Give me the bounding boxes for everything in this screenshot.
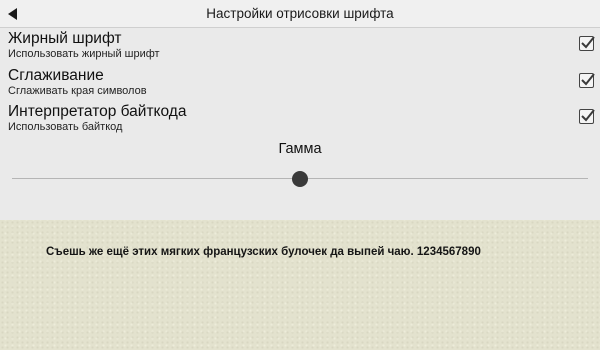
title-bar: Настройки отрисовки шрифта bbox=[0, 0, 600, 28]
checkmark-icon bbox=[581, 73, 595, 86]
page-title: Настройки отрисовки шрифта bbox=[206, 6, 394, 21]
checkmark-icon bbox=[581, 109, 595, 122]
bold-font-checkbox[interactable] bbox=[579, 36, 595, 51]
bytecode-interpreter-checkbox[interactable] bbox=[579, 109, 595, 124]
setting-title: Интерпретатор байткода bbox=[8, 103, 187, 120]
setting-title: Сглаживание bbox=[8, 67, 104, 84]
preview-text: Съешь же ещё этих мягких французских бул… bbox=[46, 246, 481, 258]
setting-antialiasing[interactable]: Сглаживание Сглаживать края символов bbox=[0, 66, 600, 102]
setting-bytecode-interpreter[interactable]: Интерпретатор байткода Использовать байт… bbox=[0, 102, 600, 138]
gamma-slider[interactable] bbox=[12, 170, 588, 188]
setting-subtitle: Сглаживать края символов bbox=[8, 85, 147, 97]
settings-list: Жирный шрифт Использовать жирный шрифт С… bbox=[0, 29, 600, 220]
setting-subtitle: Использовать байткод bbox=[8, 121, 123, 133]
gamma-label: Гамма bbox=[278, 141, 322, 157]
setting-subtitle: Использовать жирный шрифт bbox=[8, 48, 160, 60]
setting-title: Жирный шрифт bbox=[8, 30, 122, 47]
checkmark-icon bbox=[581, 36, 595, 49]
setting-bold-font[interactable]: Жирный шрифт Использовать жирный шрифт bbox=[0, 29, 600, 65]
font-preview: Съешь же ещё этих мягких французских бул… bbox=[0, 220, 600, 350]
antialiasing-checkbox[interactable] bbox=[579, 73, 595, 88]
slider-thumb[interactable] bbox=[292, 171, 308, 187]
